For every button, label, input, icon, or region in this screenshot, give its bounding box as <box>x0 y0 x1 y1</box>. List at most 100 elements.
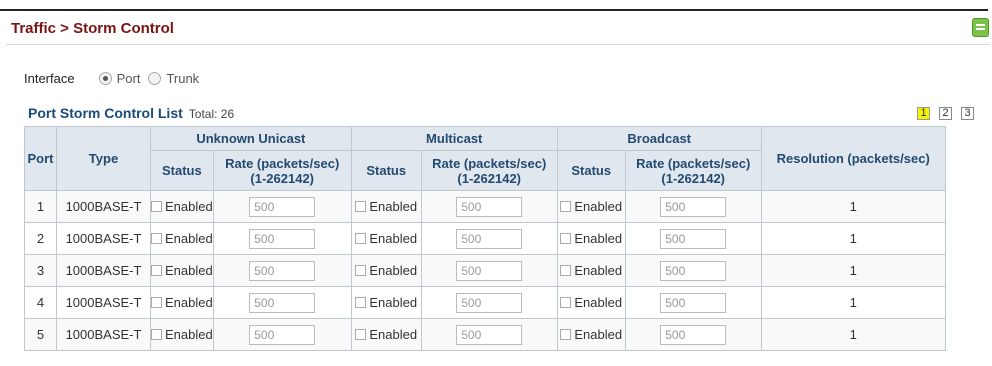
list-title-text: Port Storm Control List <box>28 105 183 121</box>
bc-rate-cell <box>624 286 762 319</box>
bc-rate-input[interactable] <box>660 292 727 313</box>
uu-rate-cell <box>212 190 352 223</box>
col-uu-status: Status <box>150 150 214 191</box>
bc-rate-cell <box>624 222 762 255</box>
storm-control-table: Port Type Unknown Unicast Multicast Broa… <box>24 126 946 351</box>
uu-status-cell: Enabled <box>150 318 214 351</box>
port-radio-label[interactable]: Port <box>117 71 141 86</box>
table-row: 2 1000BASE-T Enabled Enabled Enabled 1 <box>24 222 946 255</box>
table-row: 3 1000BASE-T Enabled Enabled Enabled 1 <box>24 254 946 287</box>
uu-enable-checkbox[interactable] <box>151 232 162 244</box>
uu-rate-input[interactable] <box>249 228 316 249</box>
interface-selector: Interface Port Trunk <box>24 68 207 88</box>
uu-enable-label[interactable]: Enabled <box>165 327 213 342</box>
mc-enable-checkbox[interactable] <box>355 328 367 340</box>
uu-rate-cell <box>212 318 352 351</box>
bc-enable-checkbox[interactable] <box>560 232 572 244</box>
bc-rate-cell <box>624 190 762 223</box>
bc-enable-label[interactable]: Enabled <box>574 263 622 278</box>
save-icon[interactable] <box>972 18 989 37</box>
bc-enable-checkbox[interactable] <box>560 328 572 340</box>
uu-status-cell: Enabled <box>150 286 214 319</box>
mc-rate-input[interactable] <box>456 260 523 281</box>
col-port: Port <box>24 126 57 191</box>
resolution-cell: 1 <box>760 190 946 223</box>
mc-enable-label[interactable]: Enabled <box>369 327 417 342</box>
uu-rate-input[interactable] <box>249 292 316 313</box>
bc-rate-cell <box>624 318 762 351</box>
mc-enable-checkbox[interactable] <box>355 200 367 212</box>
trunk-radio[interactable] <box>148 71 162 85</box>
trunk-radio-label[interactable]: Trunk <box>166 71 199 86</box>
list-title: Port Storm Control List Total: 26 <box>28 105 234 121</box>
bc-enable-label[interactable]: Enabled <box>574 199 622 214</box>
bc-status-cell: Enabled <box>556 318 626 351</box>
port-cell: 4 <box>24 286 57 319</box>
page-2-button[interactable]: 2 <box>939 107 952 120</box>
col-uu-rate-title: Rate (packets/sec) <box>225 155 340 171</box>
port-cell: 3 <box>24 254 57 287</box>
uu-enable-checkbox[interactable] <box>151 200 162 212</box>
mc-rate-input[interactable] <box>456 324 523 345</box>
mc-rate-cell <box>420 254 558 287</box>
uu-status-cell: Enabled <box>150 222 214 255</box>
mc-enable-checkbox[interactable] <box>355 264 367 276</box>
col-bc-status: Status <box>556 150 626 191</box>
resolution-cell: 1 <box>760 286 946 319</box>
mc-rate-cell <box>420 318 558 351</box>
mc-rate-cell <box>420 222 558 255</box>
bc-enable-label[interactable]: Enabled <box>574 295 622 310</box>
bc-status-cell: Enabled <box>556 286 626 319</box>
bc-enable-checkbox[interactable] <box>560 200 572 212</box>
uu-enable-checkbox[interactable] <box>151 328 162 340</box>
uu-enable-checkbox[interactable] <box>151 264 162 276</box>
uu-status-cell: Enabled <box>150 190 214 223</box>
mc-enable-checkbox[interactable] <box>355 232 367 244</box>
resolution-cell: 1 <box>760 222 946 255</box>
mc-status-cell: Enabled <box>350 254 422 287</box>
total-count: Total: 26 <box>188 107 235 121</box>
col-mc-rate: Rate (packets/sec) (1-262142) <box>420 150 558 191</box>
mc-rate-input[interactable] <box>456 196 523 217</box>
type-cell: 1000BASE-T <box>56 222 151 255</box>
bc-rate-input[interactable] <box>660 228 727 249</box>
bc-rate-input[interactable] <box>660 324 727 345</box>
mc-enable-label[interactable]: Enabled <box>369 295 417 310</box>
page-1-button[interactable]: 1 <box>917 107 930 120</box>
uu-rate-input[interactable] <box>249 196 316 217</box>
bc-status-cell: Enabled <box>556 190 626 223</box>
mc-rate-input[interactable] <box>456 228 523 249</box>
uu-rate-input[interactable] <box>249 260 316 281</box>
mc-enable-checkbox[interactable] <box>355 296 367 308</box>
bc-rate-input[interactable] <box>660 260 727 281</box>
bc-enable-checkbox[interactable] <box>560 264 572 276</box>
type-cell: 1000BASE-T <box>56 286 151 319</box>
mc-enable-label[interactable]: Enabled <box>369 199 417 214</box>
mc-rate-input[interactable] <box>456 292 523 313</box>
mc-enable-label[interactable]: Enabled <box>369 263 417 278</box>
uu-enable-label[interactable]: Enabled <box>165 295 213 310</box>
mc-status-cell: Enabled <box>350 318 422 351</box>
col-mc-rate-range: (1-262142) <box>457 170 522 186</box>
uu-rate-input[interactable] <box>249 324 316 345</box>
bc-status-cell: Enabled <box>556 254 626 287</box>
type-cell: 1000BASE-T <box>56 254 151 287</box>
breadcrumb: Traffic > Storm Control <box>11 20 174 37</box>
bc-enable-label[interactable]: Enabled <box>574 231 622 246</box>
port-radio[interactable] <box>98 71 112 85</box>
top-divider <box>0 9 988 11</box>
mc-rate-cell <box>420 286 558 319</box>
mc-enable-label[interactable]: Enabled <box>369 231 417 246</box>
bc-enable-checkbox[interactable] <box>560 296 572 308</box>
mc-rate-cell <box>420 190 558 223</box>
uu-enable-label[interactable]: Enabled <box>165 263 213 278</box>
uu-enable-label[interactable]: Enabled <box>165 231 213 246</box>
uu-status-cell: Enabled <box>150 254 214 287</box>
bc-rate-input[interactable] <box>660 196 727 217</box>
page-3-button[interactable]: 3 <box>961 107 974 120</box>
col-uu-rate-range: (1-262142) <box>250 170 315 186</box>
uu-enable-checkbox[interactable] <box>151 296 162 308</box>
bc-enable-label[interactable]: Enabled <box>574 327 622 342</box>
type-cell: 1000BASE-T <box>56 190 151 223</box>
uu-enable-label[interactable]: Enabled <box>165 199 213 214</box>
